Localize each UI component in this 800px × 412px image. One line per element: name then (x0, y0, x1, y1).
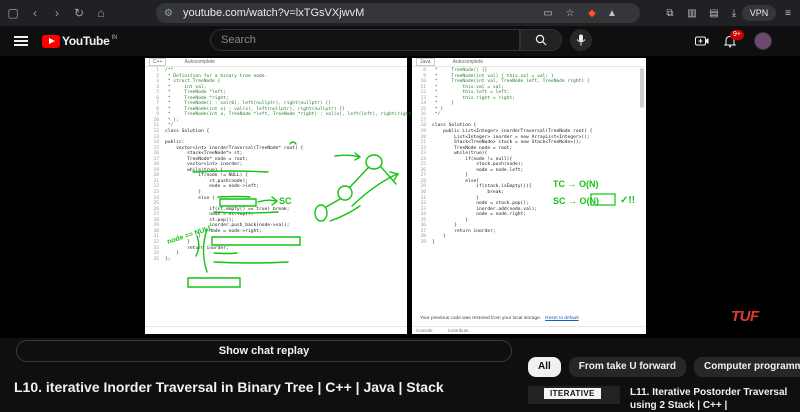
tree-arrow-1 (329, 205, 361, 222)
search-icon (535, 34, 547, 46)
search-placeholder: Search (221, 34, 256, 46)
tc-equation: TC → O(N) (553, 179, 599, 189)
create-button[interactable] (694, 33, 710, 49)
logo-text: YouTube (62, 34, 110, 48)
bracket-else (202, 228, 208, 273)
box-push (219, 198, 257, 207)
box-right (213, 261, 289, 264)
vpn-button[interactable]: VPN (742, 5, 776, 21)
tick-mark: ✓!! (620, 195, 635, 206)
microphone-icon (576, 34, 586, 46)
thumbnail-label: ITERATIVE (544, 388, 601, 399)
extensions-icon[interactable]: ⧉ (662, 5, 678, 21)
tree-small-node (289, 141, 297, 145)
search-button[interactable] (520, 29, 562, 51)
chip-all[interactable]: All (528, 357, 561, 377)
chip-computer-programming[interactable]: Computer programm (694, 357, 800, 377)
tree-edge-1 (349, 167, 369, 188)
vpn-label: VPN (749, 8, 769, 18)
avatar[interactable] (754, 32, 772, 50)
back-icon[interactable]: ‹ (26, 4, 44, 22)
browser-toolbar: ▢ ‹ › ↻ ⌂ ⚙ youtube.com/watch?v=lxTGsVXj… (0, 0, 800, 26)
video-title: L10. iterative Inorder Traversal in Bina… (14, 379, 444, 395)
next-video-title[interactable]: L11. Iterative Postorder Traversal using… (630, 386, 790, 412)
tuf-watermark: TUF (731, 308, 759, 325)
guide-menu-icon[interactable] (14, 36, 28, 46)
brave-rewards-icon[interactable]: ▲ (604, 5, 620, 21)
chip-from-channel[interactable]: From take U forward (568, 357, 687, 377)
youtube-logo[interactable]: YouTube IN (42, 34, 117, 48)
video-player[interactable]: C++ Autocomplete 1/** 2 * Definition for … (0, 56, 800, 338)
next-video-thumbnail[interactable]: ITERATIVE (528, 386, 620, 404)
home-icon[interactable]: ⌂ (92, 4, 110, 22)
sidebar-icon[interactable]: ▥ (684, 5, 700, 21)
download-icon[interactable]: ⤓ (726, 5, 742, 21)
tree-edge-2 (325, 198, 341, 208)
handwritten-annotations: SC node == NULL TC → O(N) SC → O(N) ✓!! (166, 141, 635, 288)
brave-shield-icon[interactable]: ◆ (584, 5, 600, 21)
notification-badge: 9+ (730, 30, 744, 40)
youtube-masthead: YouTube IN Search 9+ (0, 26, 800, 56)
tree-node-root (365, 154, 383, 170)
box-empty-break (211, 236, 301, 246)
tree-node-left (337, 185, 353, 201)
forward-icon[interactable]: › (48, 4, 66, 22)
box-pop (213, 252, 238, 255)
show-chat-replay-button[interactable]: Show chat replay (16, 340, 512, 362)
url-text: youtube.com/watch?v=lxTGsVXjwvM (182, 7, 365, 19)
menu-icon[interactable]: ≡ (780, 5, 796, 21)
country-code: IN (111, 35, 118, 41)
voice-search-button[interactable] (570, 29, 592, 51)
wallet-icon[interactable]: ▤ (706, 5, 722, 21)
bookmark-icon[interactable]: ☆ (562, 5, 578, 21)
reload-icon[interactable]: ↻ (70, 4, 88, 22)
tree-arrow-3 (334, 152, 362, 161)
underline-left (213, 211, 279, 214)
tree-node-leaf (314, 204, 328, 222)
underline-if (217, 195, 251, 198)
search-input[interactable]: Search (210, 29, 520, 51)
create-video-icon (695, 36, 709, 46)
sc-arrow (257, 196, 279, 206)
sc-label: SC (279, 196, 292, 206)
brace-node-null (195, 235, 200, 257)
cast-icon[interactable]: ▭ (540, 5, 556, 21)
related-chips: All From take U forward Computer program… (528, 357, 800, 377)
chat-replay-label: Show chat replay (218, 345, 310, 357)
youtube-play-icon (42, 34, 60, 48)
underline-stack (192, 170, 269, 173)
sidebar-toggle-icon[interactable]: ▢ (4, 4, 22, 22)
box-return (187, 277, 241, 288)
node-null-label: node == NULL (166, 224, 214, 246)
site-settings-icon[interactable]: ⚙ (164, 8, 173, 19)
